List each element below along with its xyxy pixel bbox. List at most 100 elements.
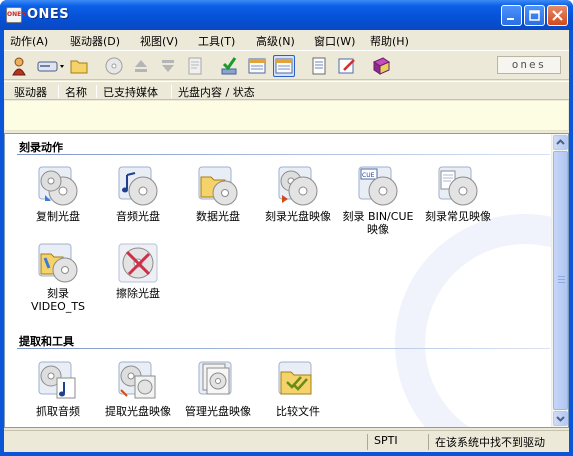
scroll-grip bbox=[558, 279, 565, 280]
log-icon bbox=[312, 57, 326, 75]
video-ts-icon bbox=[37, 242, 79, 284]
copy-disc-label: 复制光盘 bbox=[36, 210, 80, 223]
title-bar[interactable]: ONES ONES bbox=[0, 0, 573, 30]
menu-drive[interactable]: 驱动器(D) bbox=[70, 33, 120, 49]
column-divider[interactable] bbox=[171, 85, 172, 98]
burn-bin-cue-item[interactable]: CUE 刻录 BIN/CUE 映像 bbox=[338, 165, 418, 236]
drive-icon bbox=[37, 61, 64, 72]
minimize-icon bbox=[507, 18, 514, 20]
data-disc-icon bbox=[197, 165, 239, 207]
drive-dropdown-button[interactable] bbox=[36, 55, 66, 77]
vertical-scrollbar[interactable] bbox=[551, 134, 568, 427]
disc-info-icon bbox=[105, 57, 123, 75]
chevron-up-icon bbox=[556, 139, 565, 145]
audio-disc-item[interactable]: 音频光盘 bbox=[98, 165, 178, 223]
column-header: 驱动器 名称 已支持媒体 光盘内容 / 状态 bbox=[4, 81, 569, 100]
section-divider bbox=[17, 154, 550, 155]
folder-icon bbox=[70, 60, 88, 74]
bin-cue-icon: CUE bbox=[357, 165, 399, 207]
edit-icon bbox=[338, 58, 355, 74]
common-image-icon bbox=[437, 165, 479, 207]
edit-button[interactable] bbox=[336, 55, 358, 77]
view-list-button[interactable] bbox=[273, 55, 295, 77]
compare-files-label: 比较文件 bbox=[276, 405, 320, 418]
task-pane: 刻录动作 复制光盘 音频光盘 数据光盘 刻录光盘映像 CUE 刻录 BIN/CU… bbox=[4, 133, 569, 428]
close-icon bbox=[552, 10, 563, 21]
view-panel-button[interactable] bbox=[246, 55, 268, 77]
erase-disc-label: 擦除光盘 bbox=[116, 287, 160, 300]
maximize-icon bbox=[529, 10, 540, 21]
status-message bbox=[6, 434, 366, 450]
drive-list-area[interactable] bbox=[5, 101, 568, 131]
menu-advanced[interactable]: 高级(N) bbox=[256, 33, 295, 49]
disc-info-button[interactable] bbox=[103, 55, 125, 77]
column-drive[interactable]: 驱动器 bbox=[14, 84, 47, 100]
column-divider[interactable] bbox=[58, 85, 59, 98]
app-window: ONES ONES 动作(A) 驱动器(D) 视图(V) 工具(T) 高级(N)… bbox=[0, 0, 573, 456]
section-title-tools: 提取和工具 bbox=[19, 335, 74, 348]
audio-disc-label: 音频光盘 bbox=[116, 210, 160, 223]
status-interface: SPTI bbox=[367, 434, 427, 450]
open-folder-button[interactable] bbox=[68, 55, 90, 77]
copy-disc-icon bbox=[37, 165, 79, 207]
data-disc-item[interactable]: 数据光盘 bbox=[178, 165, 258, 223]
help-book-button[interactable] bbox=[370, 55, 392, 77]
wizard-icon bbox=[12, 57, 26, 76]
column-name[interactable]: 名称 bbox=[65, 84, 87, 100]
rip-audio-item[interactable]: 抓取音频 bbox=[18, 360, 98, 418]
scroll-grip bbox=[558, 276, 565, 277]
section-title-burn: 刻录动作 bbox=[19, 141, 63, 154]
data-disc-label: 数据光盘 bbox=[196, 210, 240, 223]
eject-button[interactable] bbox=[130, 55, 152, 77]
menu-help[interactable]: 帮助(H) bbox=[370, 33, 409, 49]
menu-view[interactable]: 视图(V) bbox=[140, 33, 178, 49]
manage-images-icon bbox=[197, 360, 239, 402]
brand-logo: ones bbox=[497, 56, 561, 74]
verify-button[interactable] bbox=[218, 55, 240, 77]
app-icon[interactable]: ONES bbox=[6, 7, 26, 23]
burn-video-ts-label: 刻录 VIDEO_TS bbox=[30, 287, 86, 313]
scroll-down-button[interactable] bbox=[553, 411, 568, 426]
window-title: ONES bbox=[27, 7, 70, 22]
menu-tools[interactable]: 工具(T) bbox=[198, 33, 235, 49]
column-disc-status[interactable]: 光盘内容 / 状态 bbox=[178, 84, 255, 100]
erase-disc-item[interactable]: 擦除光盘 bbox=[98, 242, 178, 300]
burn-image-label: 刻录光盘映像 bbox=[265, 210, 331, 223]
list-view-icon bbox=[275, 58, 293, 74]
column-supported-media[interactable]: 已支持媒体 bbox=[103, 84, 158, 100]
close-button[interactable] bbox=[547, 5, 568, 26]
menu-action[interactable]: 动作(A) bbox=[10, 33, 48, 49]
scroll-up-button[interactable] bbox=[553, 135, 568, 150]
properties-button[interactable] bbox=[184, 55, 206, 77]
compare-files-icon bbox=[277, 360, 319, 402]
rip-audio-icon bbox=[37, 360, 79, 402]
extract-image-label: 提取光盘映像 bbox=[105, 405, 171, 418]
maximize-button[interactable] bbox=[524, 5, 545, 26]
burn-video-ts-item[interactable]: 刻录 VIDEO_TS bbox=[18, 242, 98, 313]
burn-image-icon bbox=[277, 165, 319, 207]
svg-text:CUE: CUE bbox=[362, 172, 375, 179]
extract-image-item[interactable]: 提取光盘映像 bbox=[98, 360, 178, 418]
burn-bin-cue-label: 刻录 BIN/CUE 映像 bbox=[342, 210, 414, 236]
manage-images-item[interactable]: 管理光盘映像 bbox=[178, 360, 258, 418]
rip-audio-label: 抓取音频 bbox=[36, 405, 80, 418]
compare-files-item[interactable]: 比较文件 bbox=[258, 360, 338, 418]
column-divider[interactable] bbox=[96, 85, 97, 98]
copy-disc-item[interactable]: 复制光盘 bbox=[18, 165, 98, 223]
status-drive-message: 在该系统中找不到驱动 bbox=[428, 434, 552, 450]
wizard-button[interactable] bbox=[8, 55, 30, 77]
menu-bar: 动作(A) 驱动器(D) 视图(V) 工具(T) 高级(N) 窗口(W) 帮助(… bbox=[4, 30, 569, 50]
log-button[interactable] bbox=[308, 55, 330, 77]
load-tray-button[interactable] bbox=[157, 55, 179, 77]
erase-disc-icon bbox=[117, 242, 159, 284]
menu-window[interactable]: 窗口(W) bbox=[314, 33, 355, 49]
status-bar: SPTI 在该系统中找不到驱动 bbox=[4, 430, 569, 452]
checkmark-icon bbox=[221, 57, 237, 75]
minimize-button[interactable] bbox=[501, 5, 522, 26]
burn-image-item[interactable]: 刻录光盘映像 bbox=[258, 165, 338, 223]
eject-icon bbox=[135, 60, 147, 72]
scroll-thumb[interactable] bbox=[553, 151, 568, 410]
burn-common-image-item[interactable]: 刻录常见映像 bbox=[418, 165, 498, 223]
audio-disc-icon bbox=[117, 165, 159, 207]
burn-common-image-label: 刻录常见映像 bbox=[425, 210, 491, 223]
